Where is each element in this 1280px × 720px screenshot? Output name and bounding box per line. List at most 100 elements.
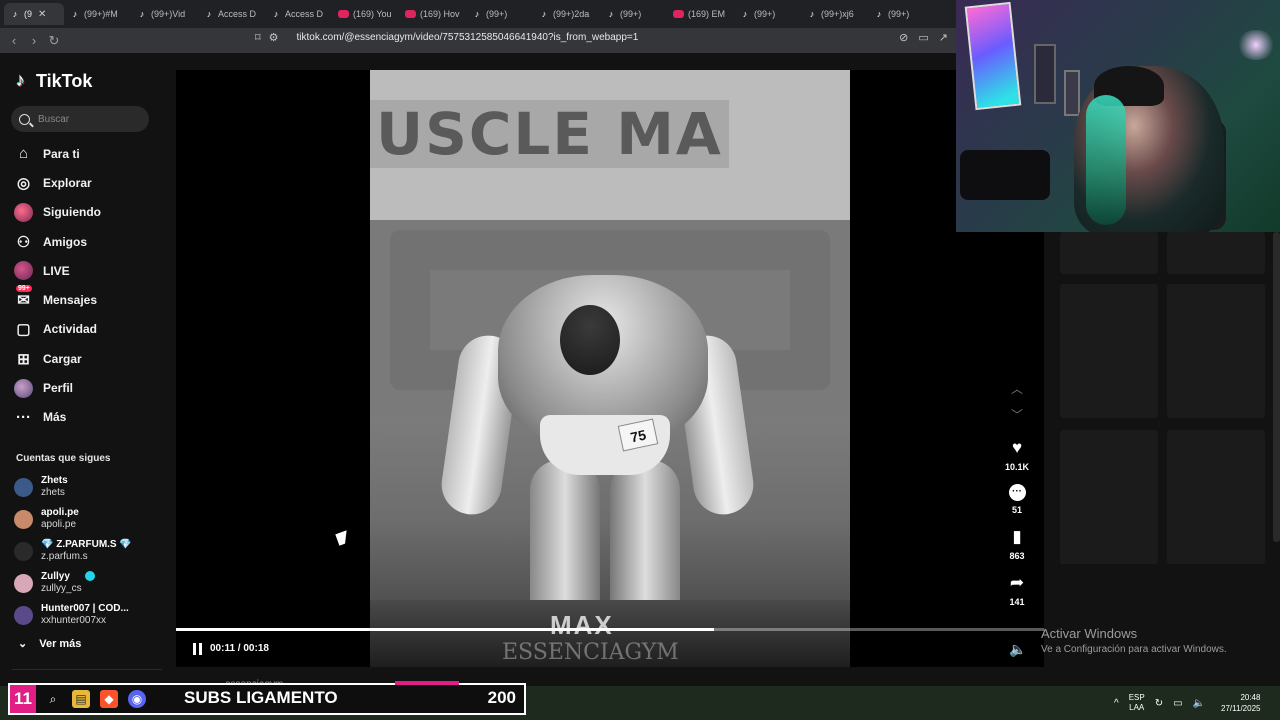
save-button[interactable]: ▮ 863	[1009, 527, 1024, 567]
browser-tab[interactable]: ♪ (99+)#M	[64, 3, 131, 25]
sidebar-item-live[interactable]: LIVE	[14, 256, 174, 285]
see-more-button[interactable]: ⌄ Ver más	[18, 637, 81, 651]
pause-icon-bar	[192, 643, 196, 655]
followed-account[interactable]: Hunter007 | COD... xxhunter007xx	[14, 599, 174, 631]
language-top: ESP	[1128, 693, 1145, 702]
forward-icon[interactable]: ›	[24, 33, 44, 48]
browser-tab[interactable]: ♪ (99+)	[868, 3, 935, 25]
related-video-thumb[interactable]	[1060, 232, 1158, 274]
browser-tab[interactable]: ♪ Access D	[198, 3, 265, 25]
tab-label: Access D	[218, 9, 257, 19]
like-button[interactable]: ♥ 10.1K	[1005, 438, 1029, 478]
browser-tab[interactable]: ♪ (99+)	[466, 3, 533, 25]
stream-goal-overlay: 11 ⌕ ▤ ◆ ◉ SUBS LIGAMENTO 200	[8, 681, 526, 715]
account-text: Zullyy zullyy_cs	[41, 571, 95, 595]
tab-label: (169) You	[353, 9, 392, 19]
compass-icon: ◎	[16, 174, 31, 192]
browser-tab[interactable]: ♪ (99+)	[734, 3, 801, 25]
tiktok-logo[interactable]: TikTok	[16, 70, 92, 92]
avatar-icon	[14, 202, 33, 222]
search-icon[interactable]: ⌕	[44, 690, 62, 708]
system-clock[interactable]: 20:48 27/11/2025	[1221, 692, 1260, 714]
file-explorer-icon[interactable]: ▤	[72, 690, 90, 708]
sidebar-item-label: Para ti	[43, 146, 80, 161]
tiktok-icon: ♪	[742, 9, 748, 19]
language-indicator[interactable]: ESP LAA	[1129, 693, 1145, 713]
share-button[interactable]: ➦ 141	[1009, 573, 1024, 613]
sidebar-item-amigos[interactable]: ⚇ Amigos	[14, 227, 174, 256]
browser-tab[interactable]: ♪ (99+)	[600, 3, 667, 25]
followed-account[interactable]: apoli.pe apoli.pe	[14, 503, 174, 535]
tiktok-icon: ♪	[273, 9, 279, 19]
url-field[interactable]: ⌑ ⚙ tiktok.com/@essenciagym/video/757531…	[255, 31, 638, 44]
related-video-thumb[interactable]	[1167, 430, 1265, 564]
discord-icon[interactable]: ◉	[128, 690, 146, 708]
followed-account[interactable]: Zullyy zullyy_cs	[14, 567, 174, 599]
bookmark-icon[interactable]: ⌑	[255, 31, 261, 44]
wall-poster	[964, 1, 1022, 111]
brave-browser-icon[interactable]: ◆	[100, 690, 118, 708]
sidebar-item-siguiendo[interactable]: Siguiendo	[14, 198, 174, 227]
related-video-thumb[interactable]	[1167, 232, 1265, 274]
browser-tab[interactable]: ♪ (99+)xj6	[801, 3, 868, 25]
avatar	[14, 541, 33, 561]
related-video-thumb[interactable]	[1060, 430, 1158, 564]
sidebar-item-label: Más	[43, 410, 67, 425]
followed-account[interactable]: 💎 Z.PARFUM.S 💎 z.parfum.s	[14, 535, 174, 567]
pause-button[interactable]	[190, 641, 204, 657]
url-text[interactable]: tiktok.com/@essenciagym/video/7575312585…	[297, 32, 639, 43]
scrollbar[interactable]	[1273, 232, 1280, 542]
sidebar-item-para-ti[interactable]: ⌂ Para ti	[14, 139, 174, 168]
tab-label: (99+)	[620, 9, 642, 19]
related-video-thumb[interactable]	[1167, 284, 1265, 418]
comment-count: 51	[1011, 505, 1022, 515]
close-tab-icon[interactable]: ✕	[38, 9, 46, 20]
previous-video-icon[interactable]: ︿	[1011, 380, 1023, 406]
sidebar-item-cargar[interactable]: ⊞ Cargar	[14, 344, 174, 373]
banner-text: USCLE MA	[370, 100, 850, 168]
browser-tab[interactable]: ♪ (99+)2da	[533, 3, 600, 25]
sidebar-item-actividad[interactable]: ▢ Actividad	[14, 315, 174, 344]
browser-tab[interactable]: ♪ Access D	[265, 3, 332, 25]
site-info-icon[interactable]: ⚙	[269, 31, 279, 44]
pause-icon-bar	[198, 643, 202, 655]
next-video-icon[interactable]: ﹀	[1011, 406, 1023, 432]
browser-tab[interactable]: ♪ (99+)Vid	[131, 3, 198, 25]
back-icon[interactable]: ‹	[4, 33, 24, 48]
reload-icon[interactable]: ↻	[44, 33, 64, 49]
following-title: Cuentas que sigues	[16, 453, 111, 464]
search-input[interactable]: Buscar	[38, 114, 69, 125]
related-video-thumb[interactable]	[1060, 284, 1158, 418]
display-icon[interactable]: ▭	[1173, 698, 1182, 709]
search-box[interactable]: Buscar	[11, 106, 149, 132]
goal-accent-bar	[395, 681, 459, 685]
sync-icon[interactable]: ↻	[1155, 698, 1163, 709]
activity-icon: ▢	[16, 321, 31, 339]
goal-label: SUBS LIGAMENTO	[184, 688, 338, 707]
account-username: zullyy_cs	[41, 583, 82, 594]
tab-label: (99+)Vid	[151, 9, 186, 19]
volume-icon[interactable]: 🔈	[1009, 641, 1026, 658]
volume-icon[interactable]: 🔈	[1193, 698, 1205, 709]
browser-tab[interactable]: (169) Hov	[399, 3, 466, 25]
system-tray: ^ ESP LAA ↻ ▭ 🔈 20:48 27/11/2025	[1114, 692, 1260, 714]
chevron-down-icon: ⌄	[18, 638, 28, 650]
browser-tab[interactable]: ♪ (9 ✕	[4, 3, 64, 25]
sidebar-item-m-s[interactable]: ··· Más	[14, 403, 174, 432]
cast-icon[interactable]: ▭	[918, 31, 928, 44]
sidebar-item-mensajes[interactable]: ✉ 99+ Mensajes	[14, 284, 174, 314]
share-icon[interactable]: ↗	[939, 31, 948, 44]
sidebar-item-perfil[interactable]: Perfil	[14, 373, 174, 402]
extension-icon[interactable]: ⊘	[899, 31, 908, 44]
followed-account[interactable]: Zhets zhets	[14, 471, 174, 503]
account-name: apoli.pe	[41, 507, 79, 518]
video-player[interactable]: USCLE MA 75 MAX ESSENCIAGYM	[370, 70, 850, 667]
chevron-up-icon[interactable]: ^	[1114, 698, 1119, 709]
sidebar-item-label: Perfil	[43, 381, 74, 396]
browser-tab[interactable]: (169) EM	[667, 3, 734, 25]
address-bar: ‹ › ↻ ⌑ ⚙ tiktok.com/@essenciagym/video/…	[0, 28, 956, 53]
comment-button[interactable]: ··· 51	[1008, 484, 1026, 521]
video-progress-bar[interactable]	[176, 628, 1044, 631]
browser-tab[interactable]: (169) You	[332, 3, 399, 25]
sidebar-item-explorar[interactable]: ◎ Explorar	[14, 168, 174, 197]
